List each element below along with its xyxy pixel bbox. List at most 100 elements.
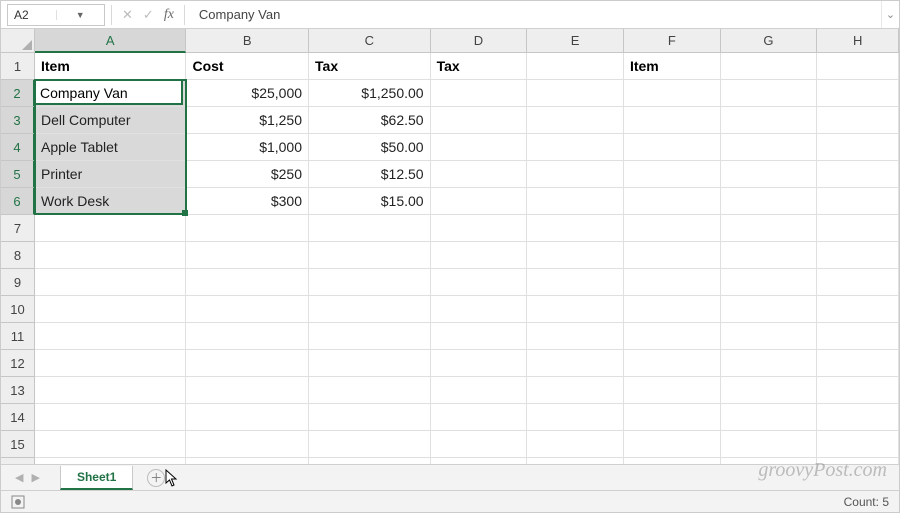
cell[interactable] [721, 269, 818, 296]
column-header[interactable]: C [309, 29, 431, 53]
record-macro-icon[interactable] [11, 494, 25, 509]
cell[interactable] [817, 80, 899, 107]
cell[interactable] [527, 296, 624, 323]
column-header[interactable]: E [527, 29, 624, 53]
cell[interactable] [527, 242, 624, 269]
cell[interactable] [624, 80, 721, 107]
cell[interactable] [431, 215, 528, 242]
cell[interactable] [186, 431, 309, 458]
cell[interactable] [186, 350, 309, 377]
cell[interactable] [721, 188, 818, 215]
cell[interactable] [35, 404, 186, 431]
row-header[interactable]: 9 [1, 269, 35, 296]
cell[interactable] [35, 323, 186, 350]
cell[interactable]: $15.00 [309, 188, 431, 215]
formula-bar-expand-icon[interactable]: ⌄ [881, 1, 899, 28]
cell[interactable] [721, 80, 818, 107]
cell[interactable] [309, 431, 431, 458]
cell-area[interactable]: ItemCostTaxTaxItemCompany Van$25,000$1,2… [35, 53, 899, 472]
row-header[interactable]: 13 [1, 377, 35, 404]
cell[interactable] [35, 431, 186, 458]
row-header[interactable]: 8 [1, 242, 35, 269]
cell[interactable] [624, 377, 721, 404]
row-header[interactable]: 15 [1, 431, 35, 458]
cell[interactable] [527, 188, 624, 215]
row-header[interactable]: 10 [1, 296, 35, 323]
cell[interactable] [431, 350, 528, 377]
cell[interactable] [721, 161, 818, 188]
column-header[interactable]: H [817, 29, 899, 53]
cell[interactable]: $50.00 [309, 134, 431, 161]
cell[interactable]: Company Van [35, 80, 186, 107]
column-header[interactable]: G [721, 29, 818, 53]
cell[interactable] [431, 431, 528, 458]
cell[interactable] [431, 296, 528, 323]
cell[interactable] [309, 215, 431, 242]
cell[interactable] [817, 215, 899, 242]
row-header[interactable]: 7 [1, 215, 35, 242]
cell[interactable] [186, 404, 309, 431]
cell[interactable] [309, 296, 431, 323]
cell[interactable] [186, 323, 309, 350]
cell[interactable] [624, 107, 721, 134]
cell[interactable] [817, 107, 899, 134]
fx-icon[interactable]: fx [164, 7, 174, 23]
cell[interactable] [817, 377, 899, 404]
name-box[interactable]: A2 ▼ [7, 4, 105, 26]
cell[interactable] [309, 404, 431, 431]
cell[interactable] [721, 107, 818, 134]
cell[interactable] [431, 80, 528, 107]
cell[interactable] [527, 80, 624, 107]
cell[interactable]: Item [624, 53, 721, 80]
cell[interactable] [527, 431, 624, 458]
cell[interactable]: Dell Computer [35, 107, 186, 134]
row-header[interactable]: 4 [1, 134, 35, 161]
cell[interactable]: $1,250 [186, 107, 309, 134]
cell[interactable] [721, 404, 818, 431]
cell[interactable]: Tax [309, 53, 431, 80]
cell[interactable] [527, 323, 624, 350]
cell[interactable] [721, 215, 818, 242]
cell[interactable] [35, 296, 186, 323]
cell[interactable] [309, 377, 431, 404]
cell[interactable] [817, 431, 899, 458]
cell[interactable] [431, 323, 528, 350]
cell[interactable] [431, 188, 528, 215]
cell[interactable] [624, 431, 721, 458]
cell[interactable] [817, 188, 899, 215]
cell[interactable] [721, 350, 818, 377]
cell[interactable] [186, 296, 309, 323]
cell[interactable] [721, 53, 818, 80]
cell[interactable]: $1,250.00 [309, 80, 431, 107]
row-header[interactable]: 11 [1, 323, 35, 350]
row-header[interactable]: 1 [1, 53, 35, 80]
cell[interactable]: $250 [186, 161, 309, 188]
sheet-nav-prev-icon[interactable]: ◀ [11, 471, 27, 484]
cell[interactable] [527, 404, 624, 431]
cell[interactable] [309, 242, 431, 269]
name-box-dropdown-icon[interactable]: ▼ [56, 10, 105, 20]
column-header[interactable]: B [186, 29, 309, 53]
cell[interactable] [624, 296, 721, 323]
cell[interactable] [817, 404, 899, 431]
cancel-icon[interactable]: ✕ [122, 7, 133, 23]
cell[interactable] [721, 431, 818, 458]
cell[interactable]: Printer [35, 161, 186, 188]
cell[interactable] [624, 404, 721, 431]
cell[interactable] [721, 134, 818, 161]
cell[interactable] [309, 269, 431, 296]
cell[interactable] [527, 350, 624, 377]
row-header[interactable]: 3 [1, 107, 35, 134]
add-sheet-button[interactable]: ＋ [147, 469, 165, 487]
cell[interactable] [431, 377, 528, 404]
column-header[interactable]: F [624, 29, 721, 53]
cell[interactable] [817, 269, 899, 296]
cell[interactable]: Work Desk [35, 188, 186, 215]
cell[interactable] [624, 215, 721, 242]
cell[interactable] [35, 242, 186, 269]
enter-icon[interactable]: ✓ [143, 7, 154, 23]
column-header[interactable]: D [431, 29, 528, 53]
cell[interactable] [309, 323, 431, 350]
cell[interactable] [817, 296, 899, 323]
cell[interactable] [527, 134, 624, 161]
